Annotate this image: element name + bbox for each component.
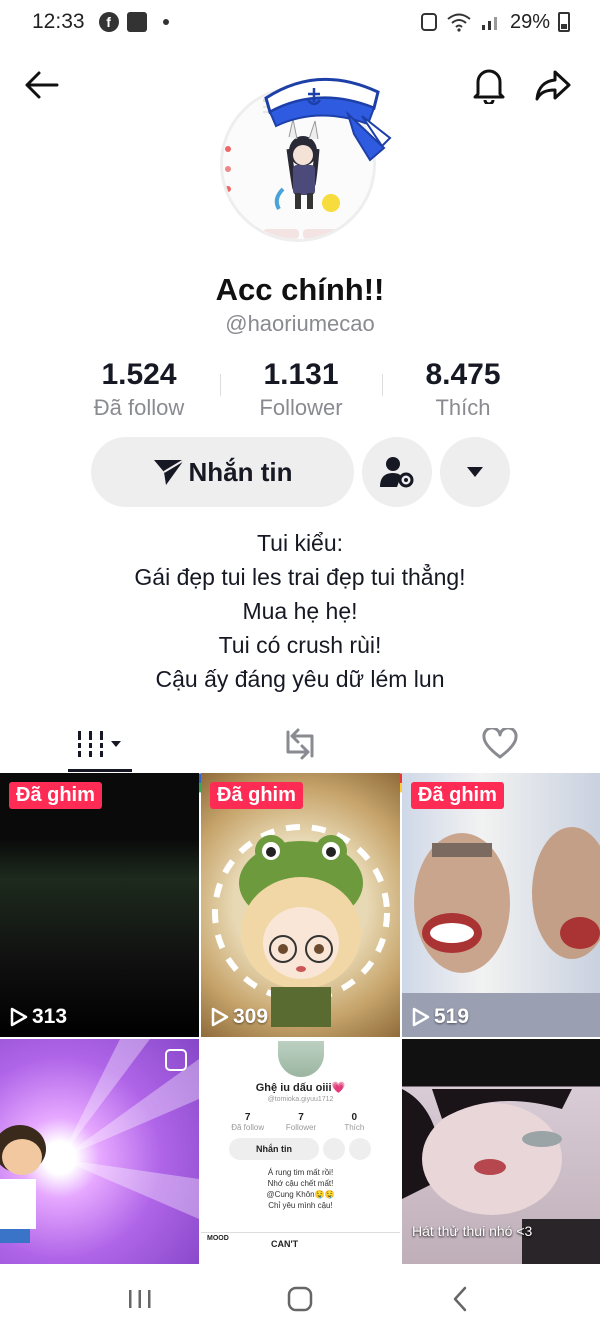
mini-cant-label: CAN'T: [271, 1239, 299, 1249]
wifi-icon: [447, 13, 471, 32]
message-button-label: Nhắn tin: [188, 456, 293, 487]
mini-bio-line: @Cung Khôn🤤🤤: [266, 1190, 335, 1199]
system-back-button[interactable]: [430, 1274, 490, 1324]
home-button[interactable]: [270, 1274, 330, 1324]
stat-followers-label: Follower: [259, 395, 343, 420]
chevron-left-icon: [453, 1286, 467, 1311]
video-thumbnail[interactable]: Đã ghim 519: [402, 773, 600, 1037]
mini-bio-line: Nhớ cậu chết mất!: [267, 1179, 334, 1188]
facebook-icon: f: [98, 12, 119, 32]
battery-icon: [558, 12, 570, 32]
repost-icon: [286, 728, 314, 760]
notification-bell-button[interactable]: [466, 62, 512, 108]
suggested-accounts-button[interactable]: [362, 437, 432, 507]
video-thumbnail[interactable]: Đã ghim 313: [0, 773, 199, 1037]
signal-icon: [481, 17, 497, 30]
mini-stat-value: 7: [244, 1112, 251, 1123]
stat-likes[interactable]: 8.475 Thích: [382, 356, 544, 422]
pinned-badge: Đã ghim: [210, 782, 303, 809]
notification-dot-icon: [162, 19, 169, 25]
stat-likes-value: 8.475: [425, 358, 501, 391]
stat-following[interactable]: 1.524 Đã follow: [58, 356, 220, 422]
mini-message-button: Nhắn tin: [229, 1138, 319, 1160]
tab-videos[interactable]: [0, 716, 200, 772]
arrow-left-icon: [25, 71, 59, 99]
content-tabs: [0, 716, 600, 772]
recent-apps-button[interactable]: [110, 1274, 170, 1324]
pinned-badge: Đã ghim: [411, 782, 504, 809]
bio-line: Mua hẹ hẹ!: [242, 598, 358, 624]
old-man-face-photo: [402, 827, 600, 1037]
tab-reposts[interactable]: [200, 716, 400, 772]
mini-bio: Á rung tim mất rồi! Nhớ cậu chết mất! @C…: [201, 1167, 400, 1211]
heart-icon: [482, 728, 518, 759]
view-count: 519: [412, 1005, 469, 1029]
system-nav-bar: [0, 1264, 600, 1333]
mini-round-button: [323, 1138, 345, 1160]
video-grid-icon: [78, 731, 121, 757]
status-bar: 12:33 f 29%: [0, 0, 600, 793]
video-thumbnail[interactable]: Đã ghim 309: [201, 773, 400, 1037]
view-count: 309: [211, 1005, 268, 1029]
share-button[interactable]: [530, 62, 576, 108]
profile-bio: Tui kiểu: Gái đẹp tui les trai đẹp tui t…: [0, 526, 600, 696]
mini-profile-stats: 7 Đã follow 7 Follower 0 Thích: [221, 1112, 381, 1132]
play-icon: [10, 1007, 28, 1027]
display-name: Acc chính!!: [215, 272, 385, 307]
bio-line: Tui có crush rùi!: [218, 632, 382, 658]
recycle-icon: [420, 13, 437, 31]
profile-actions: Nhắn tin: [91, 437, 510, 507]
profile-stats: 1.524 Đã follow 1.131 Follower 8.475 Thí…: [58, 356, 544, 422]
play-icon: [211, 1007, 229, 1027]
mini-profile-handle: @tomioka.giyuu1712: [267, 1096, 334, 1103]
mini-profile-name: Ghệ iu dấu oiii💗: [255, 1082, 346, 1094]
mini-stat-value: 0: [351, 1112, 358, 1123]
person-settings-icon: [380, 457, 414, 488]
message-button[interactable]: Nhắn tin: [91, 437, 354, 507]
video-grid: Đã ghim 313 Đã ghim 309 Đã ghim 519 Ghệ …: [0, 773, 600, 1303]
bio-line: Tui kiểu:: [256, 530, 344, 556]
video-caption: Hát thử thui nhó <3: [412, 1223, 533, 1239]
mini-round-button: [349, 1138, 371, 1160]
multi-photo-icon: [165, 1049, 187, 1071]
view-count-value: 313: [32, 1005, 68, 1028]
play-icon: [412, 1007, 430, 1027]
view-count-value: 519: [434, 1005, 470, 1028]
pinned-badge: Đã ghim: [9, 782, 102, 809]
username: @haoriumecao: [225, 311, 375, 336]
share-arrow-icon: [535, 70, 571, 101]
mini-stat-label: Thích: [344, 1123, 365, 1132]
stat-following-value: 1.524: [101, 358, 177, 391]
more-options-dropdown[interactable]: [440, 437, 510, 507]
view-count: 313: [10, 1005, 67, 1029]
bio-line: Gái đẹp tui les trai đẹp tui thẳng!: [134, 564, 466, 590]
mini-stat-value: 7: [298, 1112, 304, 1123]
mini-tabs: [201, 1217, 400, 1233]
recent-apps-icon: [129, 1289, 151, 1308]
bell-icon: [473, 69, 505, 104]
chibi-frog-girl-illustration: [212, 824, 390, 1027]
mini-stat-label: Đã follow: [231, 1123, 265, 1132]
back-button[interactable]: [18, 62, 64, 108]
send-icon: [153, 459, 185, 485]
caret-down-icon: [467, 467, 483, 477]
stat-followers[interactable]: 1.131 Follower: [220, 356, 382, 422]
battery-percent: 29%: [509, 10, 550, 33]
mini-bio-line: Chỉ yêu mình cậu!: [268, 1201, 333, 1210]
mini-avatar: [278, 1041, 324, 1077]
mini-mood-label: MOOD: [207, 1235, 229, 1242]
sailor-hat-decoration: [264, 77, 392, 162]
status-time: 12:33: [32, 10, 85, 33]
stat-following-label: Đã follow: [93, 395, 185, 420]
home-icon: [287, 1286, 313, 1311]
stat-followers-value: 1.131: [263, 358, 339, 391]
mini-bio-line: Á rung tim mất rồi!: [267, 1168, 334, 1177]
tab-liked[interactable]: [400, 716, 600, 772]
cartoon-boy-illustration: [0, 1039, 199, 1243]
bio-line: Cậu ấy đáng yêu dữ lém lun: [155, 666, 445, 692]
view-count-value: 309: [233, 1005, 269, 1028]
image-icon: [126, 12, 147, 32]
stat-likes-label: Thích: [435, 395, 491, 420]
mini-stat-label: Follower: [285, 1123, 317, 1132]
